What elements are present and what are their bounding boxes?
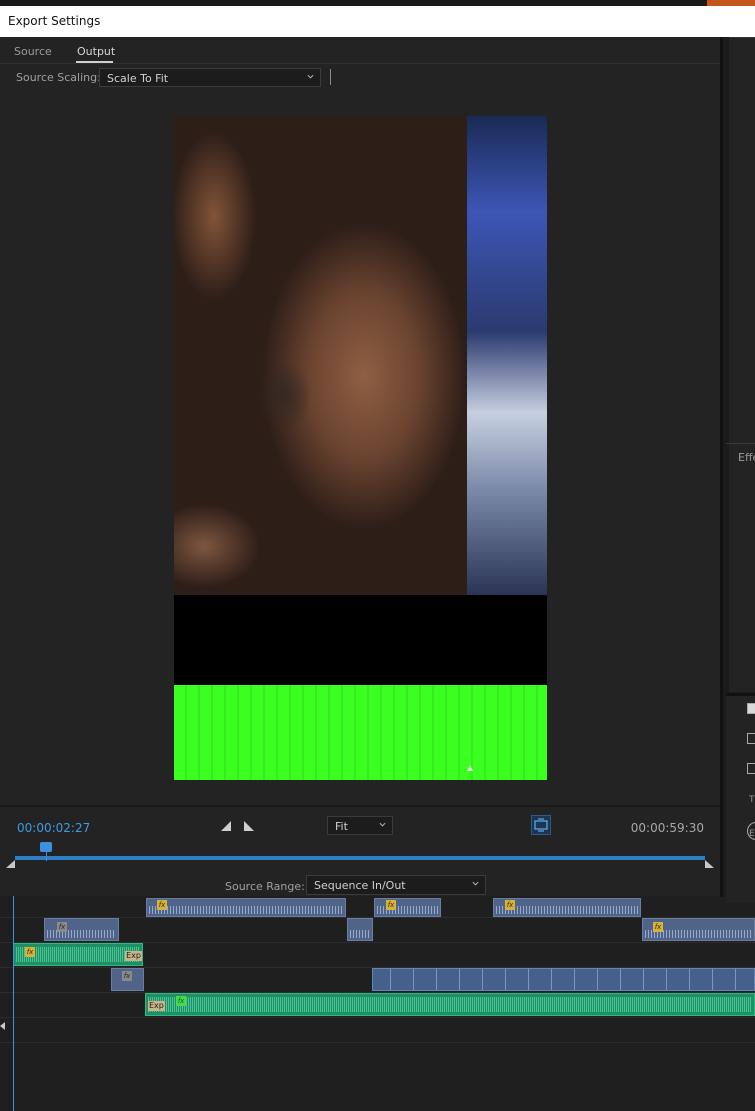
source-range-dropdown[interactable]: Sequence In/Out <box>306 875 486 895</box>
fx-badge: fx <box>176 996 186 1006</box>
video-clip[interactable]: fx <box>146 898 346 917</box>
scrub-bar[interactable] <box>15 856 705 860</box>
clip-segment-divider <box>574 969 575 990</box>
chevron-down-icon <box>379 822 386 827</box>
timeline-playhead[interactable] <box>13 896 14 1111</box>
aspect-ratio-icon <box>534 818 548 832</box>
clip-segment-divider <box>482 969 483 990</box>
clip-segment-divider <box>436 969 437 990</box>
mouse-pointer <box>467 765 473 771</box>
clip-segment-divider <box>413 969 414 990</box>
exp-transition-label: Exp <box>148 1001 165 1011</box>
clip-segment-divider <box>712 969 713 990</box>
aspect-ratio-correction-button[interactable] <box>531 815 551 835</box>
fx-badge: fx <box>386 900 396 910</box>
duration-timecode: 00:00:59:30 <box>630 821 704 835</box>
clip-segment-divider <box>735 969 736 990</box>
timeline-panel: fx fx fx fx fx fx Exp fx Exp fx <box>0 896 755 1111</box>
video-clip[interactable]: fx <box>374 898 441 917</box>
fx-badge: fx <box>157 900 167 910</box>
video-clip[interactable]: fx <box>44 918 119 941</box>
playhead-handle[interactable] <box>40 842 53 852</box>
segmented-video-clip[interactable] <box>372 968 755 991</box>
clip-segment-divider <box>390 969 391 990</box>
source-scaling-value: Scale To Fit <box>107 72 169 85</box>
video-image-main <box>174 116 467 595</box>
zoom-fit-dropdown[interactable]: Fit <box>327 816 393 835</box>
fx-badge: fx <box>57 922 67 932</box>
preview-tabs: Source Output <box>0 37 720 64</box>
video-clip[interactable]: fx <box>493 898 641 917</box>
checkbox[interactable] <box>747 703 755 714</box>
right-panel-upper <box>729 37 755 692</box>
playback-controls: 00:00:02:27 Fit 00:00:59:30 Source Range… <box>0 805 720 905</box>
fx-badge: fx <box>25 947 35 957</box>
clip-segment-divider <box>597 969 598 990</box>
source-scaling-dropdown[interactable]: Scale To Fit <box>99 68 321 87</box>
fx-badge: fx <box>505 900 515 910</box>
tab-source[interactable]: Source <box>14 45 52 58</box>
video-clip[interactable] <box>347 918 373 941</box>
clip-segment-divider <box>505 969 506 990</box>
clip-segment-divider <box>528 969 529 990</box>
video-image-side <box>467 116 547 595</box>
text-cursor <box>330 69 331 85</box>
video-frame <box>174 116 547 780</box>
green-screen-region <box>174 685 547 780</box>
zoom-value: Fit <box>335 820 348 833</box>
in-point-marker[interactable] <box>6 860 15 868</box>
timeline-left-marker <box>0 1022 5 1030</box>
window-title: Export Settings <box>8 14 101 28</box>
tab-output[interactable]: Output <box>77 45 115 58</box>
export-settings-window: Export Settings Source Output Source Sca… <box>0 0 755 1111</box>
clip-segment-divider <box>459 969 460 990</box>
clip-segment-divider <box>643 969 644 990</box>
exp-transition-label: Exp <box>125 951 142 961</box>
audio-clip[interactable]: Exp fx <box>145 993 755 1016</box>
out-point-marker[interactable] <box>705 860 714 868</box>
source-scaling-row: Source Scaling: Scale To Fit <box>0 65 720 90</box>
title-bar: Export Settings <box>0 0 755 37</box>
fx-badge: fx <box>653 922 663 932</box>
active-tab-indicator <box>76 61 113 63</box>
audio-clip[interactable]: fx Exp <box>13 943 143 966</box>
clip-segment-divider <box>666 969 667 990</box>
clip-segment-divider <box>551 969 552 990</box>
source-range-value: Sequence In/Out <box>314 879 406 892</box>
source-range-label: Source Range: <box>225 880 305 893</box>
effects-tab[interactable]: Effe <box>738 451 755 464</box>
checkbox[interactable] <box>747 763 755 774</box>
source-scaling-label: Source Scaling: <box>16 71 101 84</box>
black-region <box>174 595 547 685</box>
chevron-down-icon <box>472 881 479 886</box>
fx-badge: fx <box>122 971 132 981</box>
video-preview-area <box>0 91 720 805</box>
right-panel-label: T <box>749 795 755 805</box>
chevron-down-icon <box>307 74 314 79</box>
checkbox[interactable] <box>747 733 755 744</box>
title-accent <box>707 0 755 6</box>
clip-segment-divider <box>620 969 621 990</box>
clip-segment-divider <box>689 969 690 990</box>
title-strip <box>0 0 755 6</box>
mark-out-icon[interactable] <box>243 820 255 832</box>
playhead-line <box>46 851 48 861</box>
mark-in-icon[interactable] <box>220 820 232 832</box>
video-clip[interactable]: fx <box>111 968 144 991</box>
video-clip[interactable]: fx <box>642 918 755 941</box>
current-timecode[interactable]: 00:00:02:27 <box>17 821 90 835</box>
